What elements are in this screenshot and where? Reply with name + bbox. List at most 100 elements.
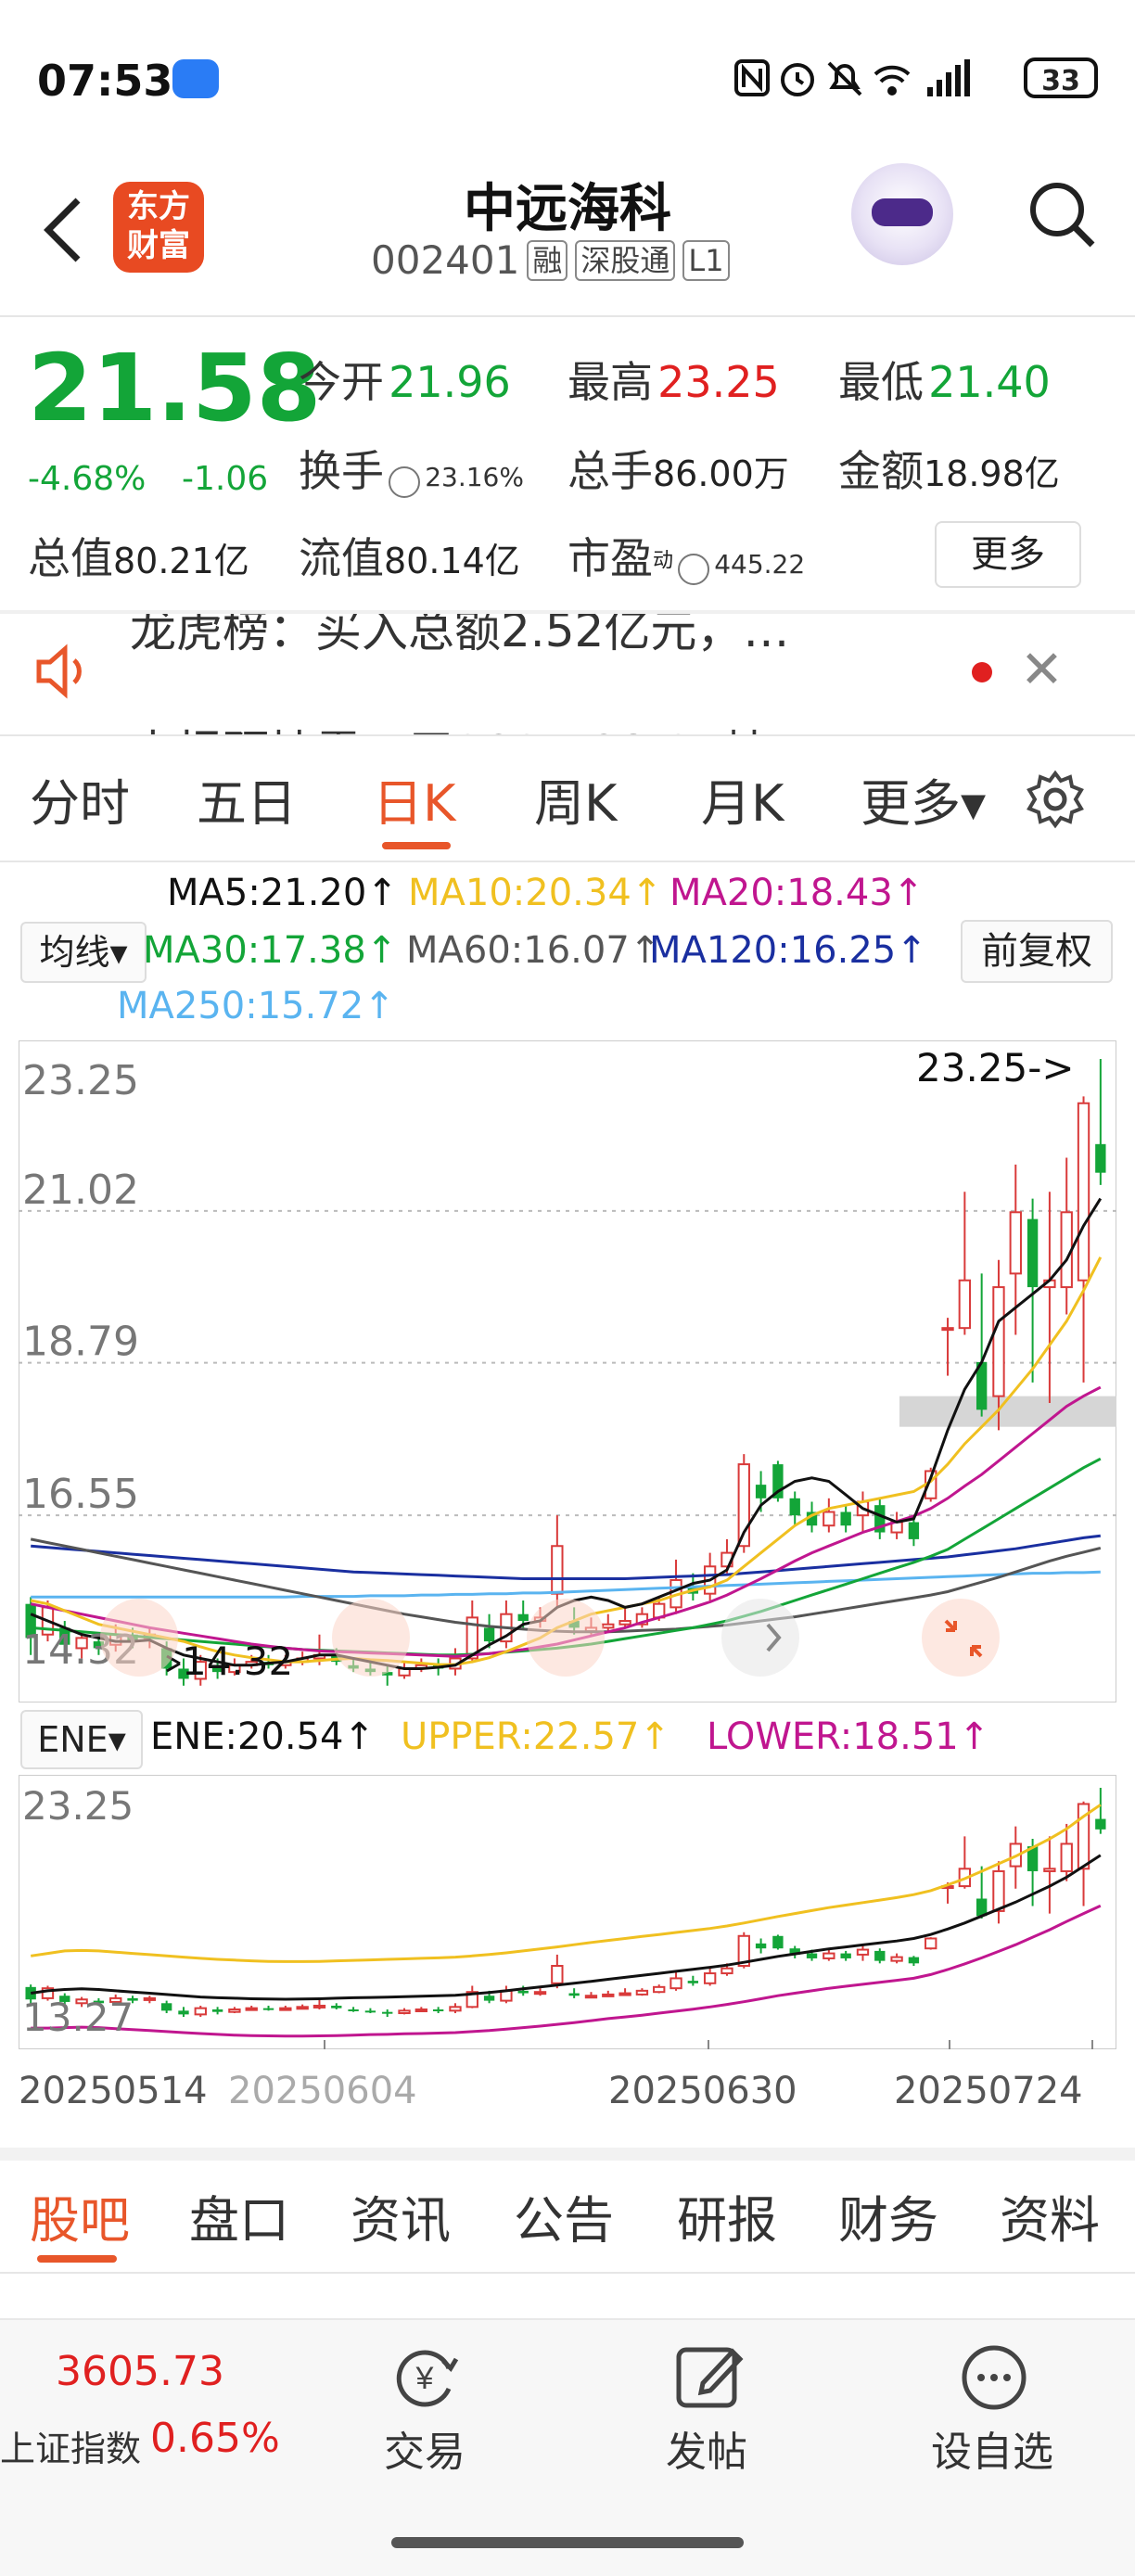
candle-body (312, 2004, 326, 2009)
tab-intraday[interactable]: 分时 (30, 762, 130, 835)
avatar-visor (872, 198, 933, 226)
tab-active-underline (37, 2255, 117, 2263)
candle-body (1027, 1218, 1039, 1288)
search-icon[interactable] (1024, 176, 1098, 250)
index-name[interactable]: 上证指数 (0, 2420, 141, 2471)
candle-body (160, 2003, 172, 2011)
tab-research[interactable]: 研报 (677, 2179, 777, 2252)
tag-level: L1 (682, 239, 730, 281)
y-tick-label: 16.55 (22, 1471, 139, 1518)
candle-body (992, 1286, 1005, 1397)
chart-control-button (922, 1599, 1000, 1677)
more-circle-icon[interactable] (957, 2340, 1031, 2415)
date-label: 20250514 (19, 2070, 208, 2112)
divider (0, 734, 1135, 736)
date-label: 20250724 (894, 2070, 1083, 2112)
chart-control-button (721, 1599, 799, 1677)
status-time: 07:53 (37, 56, 173, 106)
candle-body (602, 1623, 615, 1629)
high-field: 最高 23.25 (568, 357, 780, 407)
float-field: 流值80.14亿 (299, 533, 520, 583)
candle-body (228, 2008, 241, 2013)
news-ticker[interactable]: 龙虎榜：买入总额2.52亿元，… 中报预披露：于2025-08-27披 (0, 614, 1135, 734)
ma60-label: MA60:16.07↑ (406, 929, 661, 972)
candle-body (551, 1545, 564, 1595)
min-price-label: 14.32 (182, 1639, 293, 1684)
chart-control-button (527, 1599, 605, 1677)
close-icon[interactable]: ✕ (1020, 640, 1064, 700)
divider (0, 315, 1135, 317)
tag-margin: 融 (527, 239, 568, 281)
candle-body (1077, 1102, 1090, 1282)
tab-announcement[interactable]: 公告 (514, 2179, 614, 2252)
tab-monthly-k[interactable]: 月K (701, 762, 784, 835)
candle-body (823, 1511, 835, 1527)
candle-body (874, 1950, 886, 1961)
index-value[interactable]: 3605.73 (56, 2348, 224, 2395)
status-icons (733, 56, 1011, 106)
low-field: 最低 21.40 (838, 357, 1051, 407)
alarm-icon (781, 63, 814, 96)
candle-body (755, 1485, 767, 1498)
tab-finance[interactable]: 财务 (838, 2179, 938, 2252)
ene-label: ENE:20.54↑ (150, 1715, 375, 1758)
add-watchlist-button[interactable]: 设自选 (931, 2418, 1053, 2478)
trade-icon[interactable]: ¥ (388, 2340, 462, 2415)
candle-body (908, 1522, 920, 1539)
tab-daily-k[interactable]: 日K (373, 762, 455, 835)
ma-selector-button[interactable]: 均线▾ (20, 922, 147, 983)
indicator-selector-button[interactable]: ENE▾ (20, 1710, 143, 1769)
mktcap-field: 总值80.21亿 (28, 533, 249, 583)
candle-body (755, 1943, 767, 1949)
post-button[interactable]: 发帖 (666, 2418, 747, 2478)
candle-body (602, 1993, 615, 1997)
max-price-label: 23.25-> (916, 1045, 1075, 1090)
ma120-label: MA120:16.25↑ (649, 929, 927, 972)
mute-icon (827, 61, 862, 96)
candle-body (517, 1990, 529, 1994)
adjust-button[interactable]: 前复权 (961, 920, 1113, 983)
candle-body (721, 1967, 733, 1975)
date-label: 20250630 (608, 2070, 797, 2112)
tab-five-day[interactable]: 五日 (197, 762, 297, 835)
tab-pankou[interactable]: 盘口 (189, 2179, 289, 2252)
candle-body (245, 2007, 258, 2011)
divider (0, 861, 1135, 862)
trade-button[interactable]: 交易 (384, 2418, 465, 2478)
candle-body (568, 1993, 580, 1996)
candle-body (1095, 1143, 1106, 1173)
more-button[interactable]: 更多 (935, 521, 1081, 588)
candle-body (908, 1957, 920, 1964)
stock-code-line: 002401 融 深股通 L1 (371, 237, 730, 283)
tab-more[interactable]: 更多▾ (861, 762, 986, 835)
home-indicator (391, 2537, 744, 2548)
index-percent[interactable]: 0.65% (150, 2415, 280, 2462)
candle-body (925, 1937, 937, 1950)
info-dots-icon (389, 465, 421, 498)
amount-field: 金额18.98亿 (838, 446, 1060, 496)
tab-profile[interactable]: 资料 (1000, 2179, 1100, 2252)
candle-body (551, 1965, 564, 1984)
candle-body (1043, 1868, 1056, 1872)
y-tick-label: 13.27 (22, 1995, 134, 2040)
ma10-label: MA10:20.34↑ (408, 872, 663, 914)
candle-body (211, 2009, 223, 2012)
tab-news[interactable]: 资讯 (351, 2179, 451, 2252)
candle-body (687, 1981, 699, 1983)
signal-icon (927, 59, 970, 96)
tab-guba[interactable]: 股吧 (30, 2179, 130, 2252)
candle-body (823, 1952, 835, 1959)
ene-chart[interactable]: 23.25 13.27 (19, 1775, 1116, 2049)
unread-dot (972, 662, 992, 682)
stock-code: 002401 (371, 237, 520, 283)
compose-icon[interactable] (671, 2340, 746, 2415)
gear-icon[interactable] (1026, 770, 1085, 829)
candlestick-chart[interactable]: 23.2521.0218.7916.5514.3223.25->14.32 (19, 1040, 1116, 1702)
date-label: 20250604 (228, 2070, 417, 2112)
candle-body (348, 2009, 359, 2011)
candle-body (584, 1995, 598, 1999)
candle-body (194, 2007, 207, 2016)
tab-weekly-k[interactable]: 周K (534, 762, 617, 835)
candle-body (331, 2005, 342, 2009)
y-tick-label: 23.25 (22, 1057, 139, 1104)
